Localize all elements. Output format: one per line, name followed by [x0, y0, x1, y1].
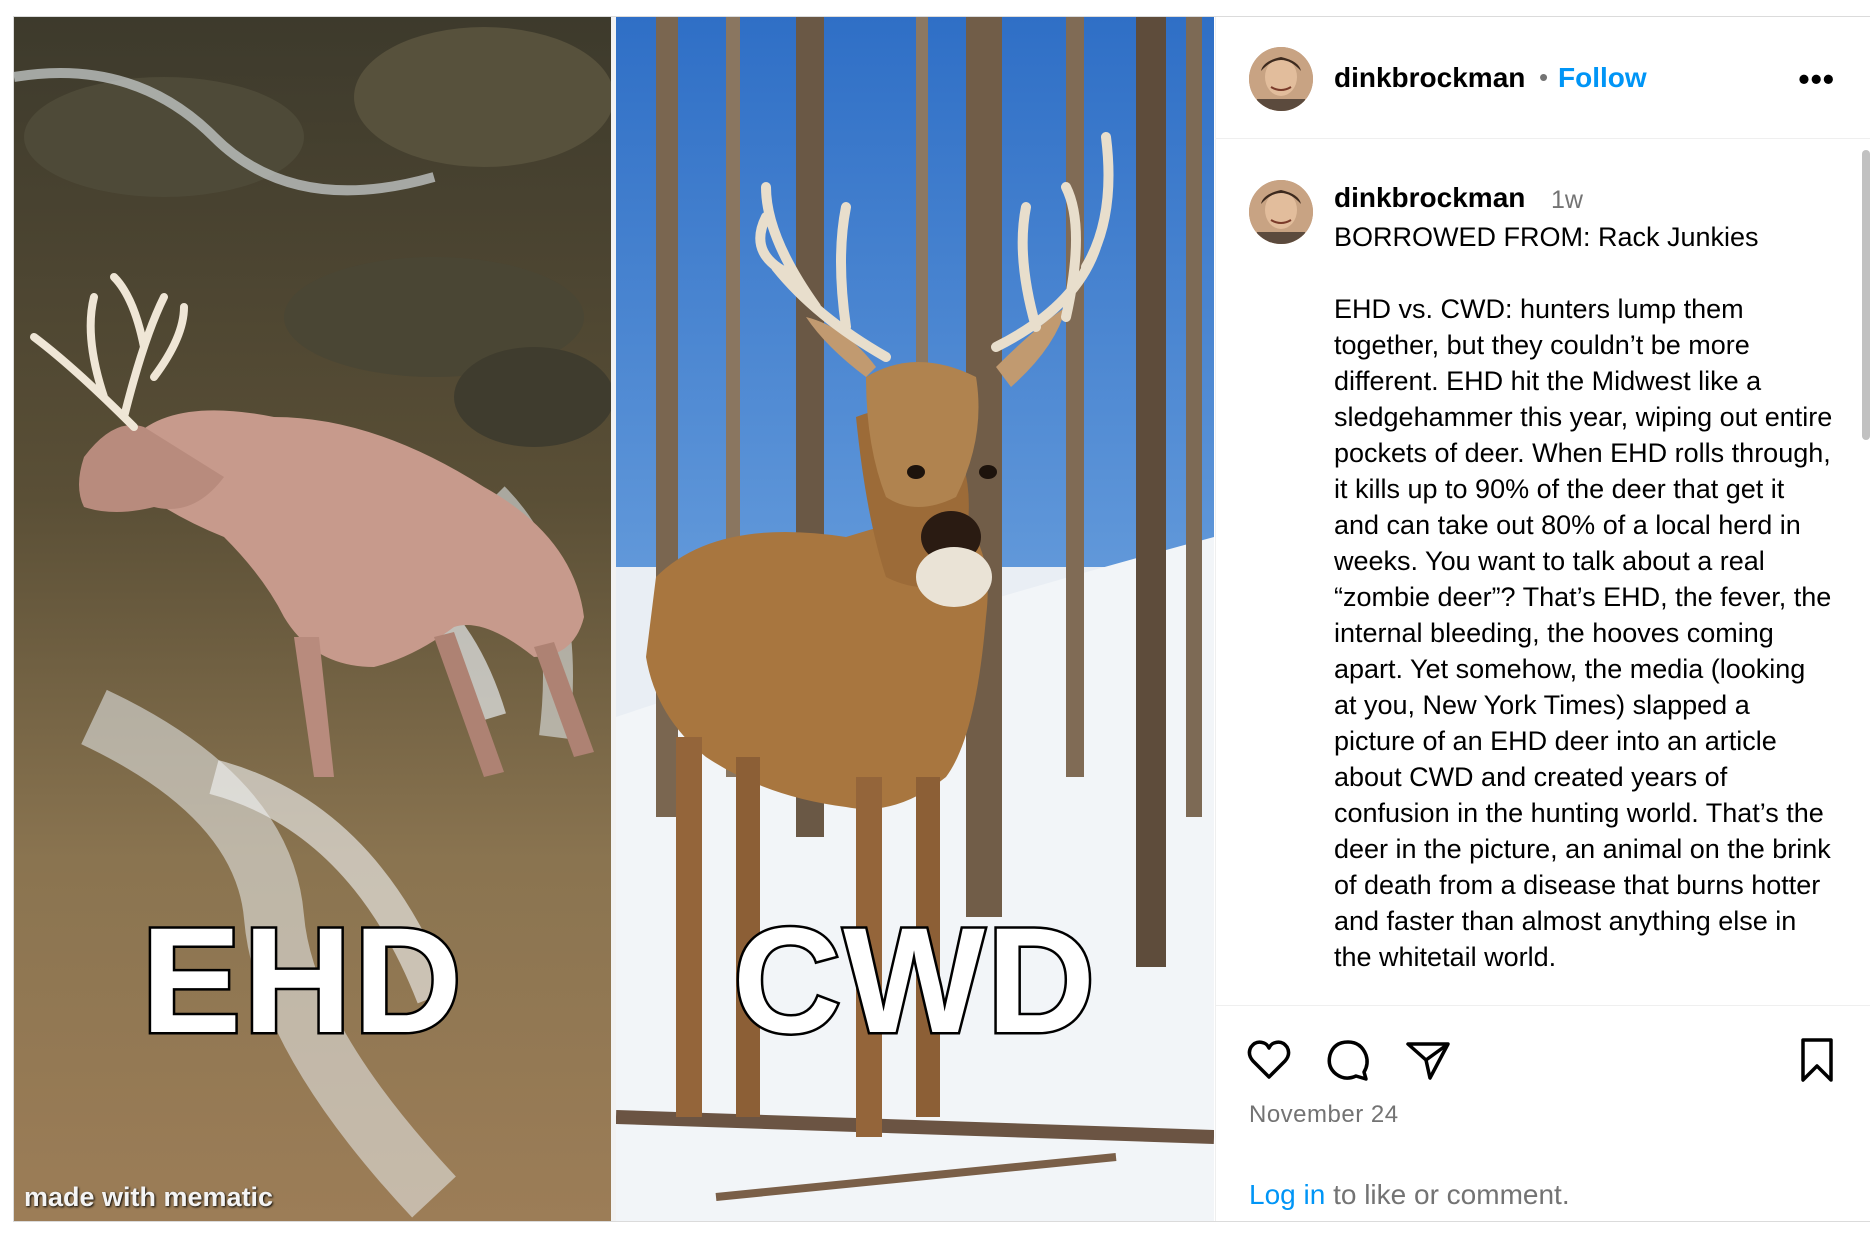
mematic-watermark: made with mematic	[24, 1182, 274, 1212]
scrollbar-thumb[interactable]	[1862, 150, 1870, 440]
header-separator: •	[1539, 62, 1549, 92]
caption-timestamp[interactable]: 1w	[1551, 186, 1583, 215]
more-options-icon[interactable]: •••	[1798, 61, 1835, 98]
caption-username[interactable]: dinkbrockman	[1334, 182, 1525, 214]
post-actions: November 24 Log in to like or comment.	[1216, 1005, 1870, 1221]
login-link[interactable]: Log in	[1249, 1179, 1325, 1210]
post-header: dinkbrockman • Follow •••	[1216, 17, 1870, 139]
heart-icon[interactable]	[1245, 1036, 1293, 1084]
caption-body: EHD vs. CWD: hunters lump them together,…	[1334, 294, 1833, 972]
post-container: EHD made with mematic CWD dinkbrockman •…	[13, 16, 1870, 1222]
caption-section: dinkbrockman 1w BORROWED FROM: Rack Junk…	[1216, 140, 1870, 1005]
login-suffix: to like or comment.	[1325, 1179, 1570, 1210]
author-avatar[interactable]	[1249, 47, 1313, 111]
bookmark-icon[interactable]	[1793, 1036, 1841, 1084]
avatar-photo	[1249, 47, 1313, 111]
caption-scrollbar[interactable]	[1861, 140, 1870, 1005]
ehd-label: EHD	[139, 896, 465, 1064]
post-date[interactable]: November 24	[1249, 1101, 1399, 1129]
cwd-label: CWD	[730, 896, 1098, 1064]
avatar-photo	[1249, 180, 1313, 244]
login-prompt: Log in to like or comment.	[1249, 1179, 1570, 1211]
comment-icon[interactable]	[1324, 1036, 1372, 1084]
post-media[interactable]: EHD made with mematic CWD	[14, 17, 1214, 1221]
header-username[interactable]: dinkbrockman	[1334, 62, 1525, 94]
follow-button[interactable]: Follow	[1558, 62, 1647, 94]
share-icon[interactable]	[1404, 1036, 1452, 1084]
post-sidebar: dinkbrockman • Follow ••• dinkbrockman 1…	[1215, 17, 1870, 1221]
caption-first-line: BORROWED FROM: Rack Junkies	[1334, 222, 1759, 252]
caption-avatar[interactable]	[1249, 180, 1313, 244]
cwd-image-panel: CWD	[616, 17, 1214, 1221]
ehd-image-panel: EHD made with mematic	[14, 17, 611, 1221]
